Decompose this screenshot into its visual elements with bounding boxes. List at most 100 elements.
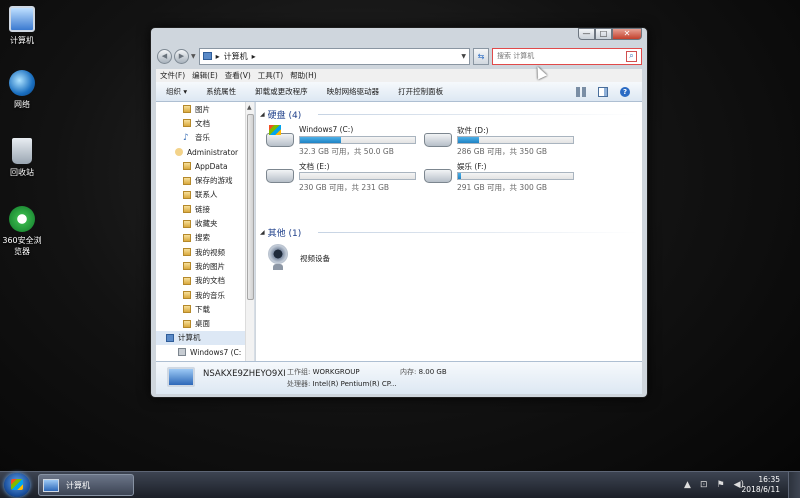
clock-time: 16:35	[758, 475, 780, 484]
webcam-icon	[268, 244, 288, 264]
nav-item-desktop[interactable]: 桌面	[156, 316, 254, 330]
drive-f[interactable]: 娱乐 (F:) 291 GB 可用，共 300 GB	[424, 161, 574, 192]
refresh-button[interactable]: ⇆	[473, 47, 489, 65]
nav-item-label: 搜索	[195, 233, 210, 243]
drive-name: 软件 (D:)	[457, 126, 489, 135]
drive-c[interactable]: Windows7 (C:) 32.3 GB 可用，共 50.0 GB	[266, 125, 416, 156]
group-header-hard-disks[interactable]: ◢ 硬盘 (4)	[260, 108, 638, 121]
nav-item-appdata[interactable]: AppData	[156, 159, 254, 173]
nav-item-computer[interactable]: 计算机	[156, 330, 254, 346]
drive-name: Windows7 (C:)	[299, 125, 354, 134]
nav-item-label: 链接	[195, 204, 210, 214]
content-pane: ◢ 硬盘 (4) Windows7 (C:) 32.3 GB 可用，共 50.0…	[256, 102, 642, 386]
address-bar[interactable]: ▸ 计算机 ▸ ▼	[198, 47, 470, 65]
drive-usage-bar	[457, 136, 574, 144]
group-divider	[318, 114, 638, 115]
menu-tools[interactable]: 工具(T)	[258, 70, 283, 81]
computer-icon	[167, 367, 195, 387]
desktop-icon-360-browser[interactable]: 360安全浏览器	[0, 206, 44, 257]
group-header-other[interactable]: ◢ 其他 (1)	[260, 226, 638, 239]
action-center-icon[interactable]: ⚑	[716, 480, 724, 490]
menu-edit[interactable]: 编辑(E)	[192, 70, 218, 81]
open-control-panel-button[interactable]: 打开控制面板	[398, 86, 443, 97]
folder-icon	[183, 105, 191, 114]
nav-item-drive-c[interactable]: Windows7 (C:	[156, 345, 254, 359]
folder-icon	[183, 119, 191, 128]
nav-item-music[interactable]: ♪ 音乐	[156, 131, 254, 145]
memory-info: 内存: 8.00 GB	[400, 367, 447, 377]
menu-help[interactable]: 帮助(H)	[290, 70, 317, 81]
change-view-icon[interactable]	[576, 86, 586, 97]
menu-file[interactable]: 文件(F)	[160, 70, 185, 81]
recycle-bin-icon	[12, 138, 32, 164]
taskbar-item-label: 计算机	[66, 480, 90, 490]
drive-d[interactable]: 软件 (D:) 286 GB 可用，共 350 GB	[424, 125, 574, 156]
collapse-icon[interactable]: ◢	[260, 111, 265, 118]
clock[interactable]: 16:35 2018/6/11	[742, 475, 780, 495]
nav-item-downloads[interactable]: 下载	[156, 302, 254, 316]
drive-space-info: 286 GB 可用，共 350 GB	[457, 147, 548, 156]
desktop-icon-recycle-bin[interactable]: 回收站	[0, 138, 44, 178]
desktop-icon-label: 计算机	[10, 36, 34, 45]
search-input[interactable]	[497, 52, 626, 60]
system-properties-button[interactable]: 系统属性	[206, 86, 236, 97]
breadcrumb-separator[interactable]: ▸	[252, 52, 256, 61]
drive-usage-bar	[457, 172, 574, 180]
search-box[interactable]: ⌕	[492, 47, 642, 65]
forward-button[interactable]: ▶	[174, 48, 189, 64]
recent-pages-dropdown[interactable]: ▼	[191, 53, 196, 60]
group-divider	[318, 232, 638, 233]
scroll-up-icon[interactable]: ▲	[247, 104, 252, 111]
folder-icon	[183, 276, 191, 285]
nav-item-my-videos[interactable]: 我的视频	[156, 245, 254, 259]
video-device-label: 视频设备	[300, 254, 330, 263]
nav-item-label: AppData	[195, 161, 228, 171]
desktop-icon-network[interactable]: 网络	[0, 70, 44, 110]
nav-item-searches[interactable]: 搜索	[156, 231, 254, 245]
hard-drive-icon	[424, 133, 452, 147]
nav-item-label: 联系人	[195, 190, 218, 200]
network-icon	[9, 70, 35, 96]
show-desktop-button[interactable]	[788, 472, 800, 498]
address-dropdown-icon[interactable]: ▼	[461, 53, 466, 60]
nav-item-contacts[interactable]: 联系人	[156, 188, 254, 202]
breadcrumb-separator[interactable]: ▸	[216, 52, 220, 61]
workgroup-info: 工作组: WORKGROUP	[287, 367, 360, 377]
uninstall-program-button[interactable]: 卸载或更改程序	[255, 86, 308, 97]
drive-usage-bar	[299, 136, 416, 144]
maximize-button[interactable]: □	[595, 28, 612, 40]
map-network-drive-button[interactable]: 映射网络驱动器	[327, 86, 380, 97]
nav-item-label: 图片	[195, 104, 210, 114]
nav-item-my-pictures[interactable]: 我的图片	[156, 259, 254, 273]
nav-item-saved-games[interactable]: 保存的游戏	[156, 173, 254, 187]
minimize-button[interactable]: —	[578, 28, 595, 40]
workgroup-value: WORKGROUP	[312, 368, 360, 376]
search-icon[interactable]: ⌕	[626, 50, 637, 62]
nav-item-documents[interactable]: 文档	[156, 116, 254, 130]
start-button[interactable]	[4, 473, 30, 497]
breadcrumb-computer[interactable]: 计算机	[224, 51, 248, 62]
group-header-label: 其他 (1)	[267, 229, 302, 239]
nav-item-my-documents[interactable]: 我的文档	[156, 274, 254, 288]
preview-pane-icon[interactable]	[598, 86, 608, 97]
taskbar-item-computer[interactable]: 计算机	[38, 474, 134, 496]
scrollbar-thumb[interactable]	[247, 114, 254, 300]
close-button[interactable]: ✕	[612, 28, 642, 40]
drive-space-info: 291 GB 可用，共 300 GB	[457, 183, 548, 192]
nav-item-favorites[interactable]: 收藏夹	[156, 216, 254, 230]
back-button[interactable]: ◀	[157, 48, 172, 64]
collapse-icon[interactable]: ◢	[260, 229, 265, 236]
nav-item-links[interactable]: 链接	[156, 202, 254, 216]
help-icon[interactable]: ?	[620, 86, 630, 97]
tray-expand-icon[interactable]: ▲	[684, 480, 691, 490]
menu-view[interactable]: 查看(V)	[225, 70, 251, 81]
nav-item-my-music[interactable]: 我的音乐	[156, 288, 254, 302]
processor-value: Intel(R) Pentium(R) CP...	[312, 380, 397, 388]
nav-scrollbar[interactable]: ▲ ▼	[245, 102, 254, 386]
organize-button[interactable]: 组织 ▾	[166, 86, 187, 97]
nav-item-administrator[interactable]: Administrator	[156, 145, 254, 159]
network-icon[interactable]: ⊡	[700, 480, 708, 490]
nav-item-pictures[interactable]: 图片	[156, 102, 254, 116]
drive-e[interactable]: 文档 (E:) 230 GB 可用，共 231 GB	[266, 161, 416, 192]
desktop-icon-computer[interactable]: 计算机	[0, 6, 44, 46]
